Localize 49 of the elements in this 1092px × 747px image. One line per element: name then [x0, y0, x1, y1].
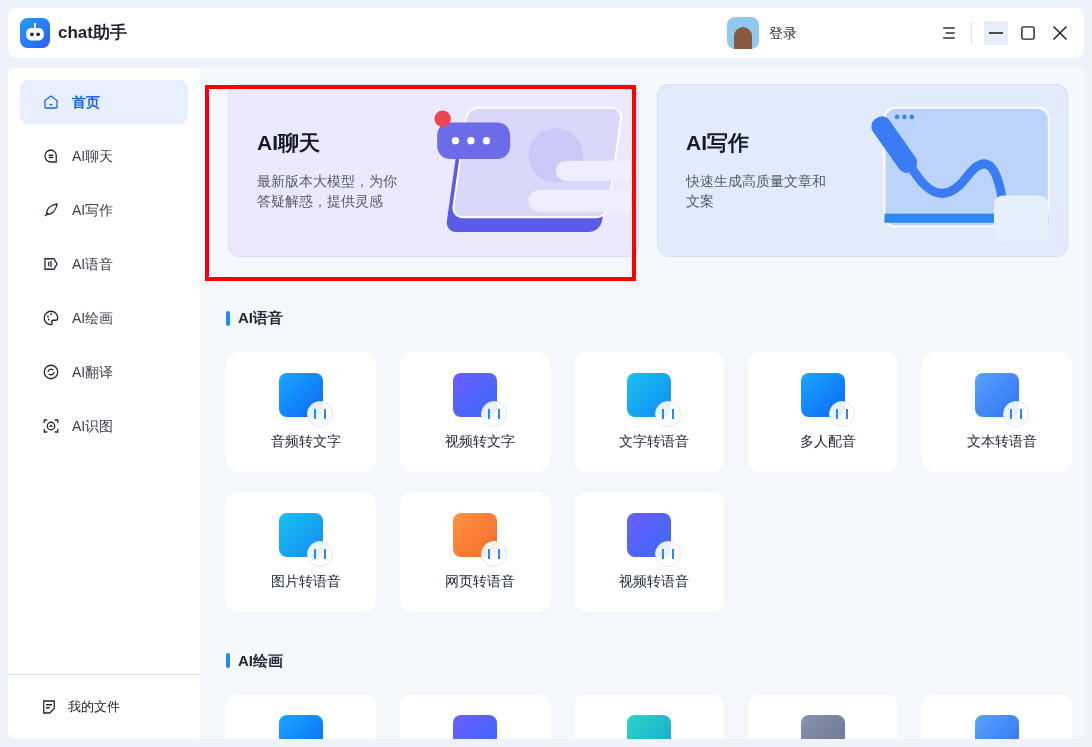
sidebar-item[interactable]: AI聊天 — [20, 134, 188, 178]
app-title: chat助手 — [58, 22, 127, 45]
note-icon — [40, 698, 58, 716]
login-link[interactable]: 登录 — [769, 22, 797, 44]
palette-icon — [42, 309, 60, 327]
sidebar-item[interactable]: AI写作 — [20, 188, 188, 232]
section-heading: AI语音 — [238, 308, 283, 328]
section-marker — [226, 653, 230, 669]
feature-tile[interactable]: 视频转语音 — [574, 491, 724, 612]
home-icon — [42, 93, 60, 111]
sidebar-item[interactable]: AI语音 — [20, 242, 188, 286]
feature-tile[interactable]: 文字转语音 — [574, 351, 724, 472]
sidebar-item[interactable]: 首页 — [20, 80, 188, 124]
tool-icon — [453, 512, 507, 567]
minimize-button[interactable] — [984, 21, 1008, 45]
my-files-link[interactable]: 我的文件 — [8, 675, 200, 739]
chat-bubble-icon — [42, 147, 60, 165]
tool-icon — [975, 372, 1029, 427]
feature-tile[interactable]: 音频转文字 — [226, 351, 376, 472]
maximize-icon — [1021, 26, 1035, 40]
minimize-icon — [989, 32, 1003, 34]
feature-tile[interactable]: 图片转语音 — [226, 491, 376, 612]
feather-icon — [42, 201, 60, 219]
tool-icon — [801, 372, 855, 427]
tool-icon — [453, 372, 507, 427]
card-description: 最新版本大模型，为你答疑解惑，提供灵感 — [257, 171, 398, 211]
feature-tile[interactable]: 视频转文字 — [400, 351, 550, 472]
sidebar-item[interactable]: AI绘画 — [20, 296, 188, 340]
card-description: 快速生成高质量文章和文案 — [686, 171, 827, 211]
sound-wave-icon — [42, 255, 60, 273]
tool-icon — [627, 512, 681, 567]
scan-frame-icon — [42, 417, 60, 435]
close-icon — [1053, 26, 1067, 40]
sidebar-item[interactable]: AI翻译 — [20, 350, 188, 394]
tool-icon — [279, 372, 333, 427]
feature-card[interactable]: AI聊天 最新版本大模型，为你答疑解惑，提供灵感 — [228, 84, 639, 257]
feature-card[interactable]: AI写作 快速生成高质量文章和文案 — [657, 84, 1068, 257]
tool-icon — [627, 372, 681, 427]
tool-icon — [279, 512, 333, 567]
section-marker — [226, 310, 230, 326]
circular-arrows-icon — [42, 363, 60, 381]
feature-tile[interactable]: 网页转语音 — [400, 491, 550, 612]
sidebar-item[interactable]: AI识图 — [20, 404, 188, 448]
card-title: AI写作 — [686, 130, 750, 156]
section-heading: AI绘画 — [238, 650, 283, 671]
robot-logo-icon — [20, 18, 50, 48]
feature-tile[interactable]: 多人配音 — [748, 351, 898, 472]
card-title: AI聊天 — [257, 130, 321, 156]
feature-tile[interactable]: 文本转语音 — [922, 351, 1072, 472]
